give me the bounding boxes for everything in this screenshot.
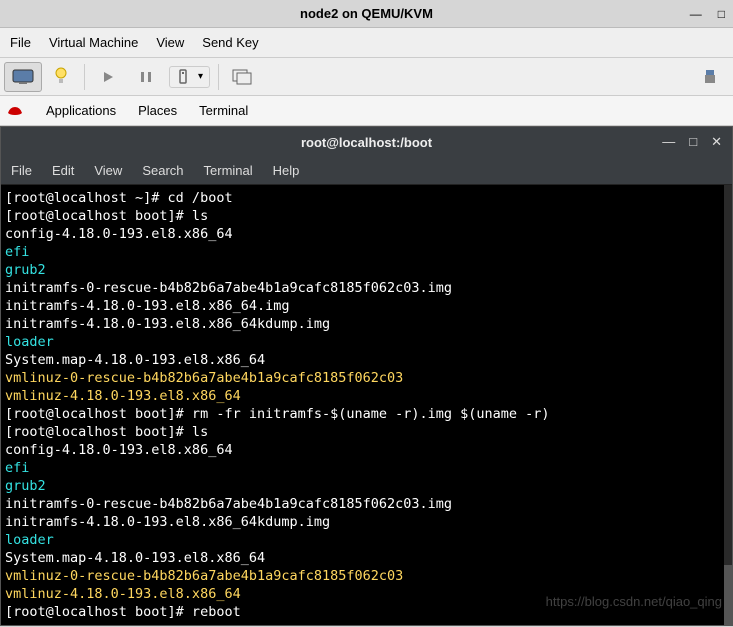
hostbar-places[interactable]: Places — [138, 103, 177, 118]
terminal-line: [root@localhost boot]# ls — [5, 207, 728, 225]
hostbar-terminal[interactable]: Terminal — [199, 103, 248, 118]
terminal-menu-bar: File Edit View Search Terminal Help — [1, 157, 732, 185]
power-dropdown[interactable]: ▾ — [169, 66, 210, 88]
redhat-icon[interactable] — [6, 103, 24, 119]
terminal-line: System.map-4.18.0-193.el8.x86_64 — [5, 351, 728, 369]
scrollbar-thumb[interactable] — [724, 565, 732, 625]
maximize-icon[interactable]: □ — [689, 134, 697, 150]
pause-icon[interactable] — [127, 62, 165, 92]
scrollbar[interactable] — [724, 185, 732, 625]
terminal-line: efi — [5, 459, 728, 477]
host-taskbar: Applications Places Terminal — [0, 96, 733, 126]
terminal-line: config-4.18.0-193.el8.x86_64 — [5, 225, 728, 243]
menu-send-key[interactable]: Send Key — [202, 35, 258, 50]
terminal-line: grub2 — [5, 261, 728, 279]
terminal-line: vmlinuz-0-rescue-b4b82b6a7abe4b1a9cafc81… — [5, 369, 728, 387]
vm-menu-bar: File Virtual Machine View Send Key — [0, 28, 733, 58]
vm-titlebar: node2 on QEMU/KVM — □ — [0, 0, 733, 28]
terminal-titlebar: root@localhost:/boot — □ ✕ — [1, 127, 732, 157]
terminal-line: config-4.18.0-193.el8.x86_64 — [5, 441, 728, 459]
minimize-icon[interactable]: — — [690, 7, 702, 21]
vm-window-title: node2 on QEMU/KVM — [300, 6, 433, 21]
terminal-line: [root@localhost boot]# rm -fr initramfs-… — [5, 405, 728, 423]
terminal-line: initramfs-4.18.0-193.el8.x86_64.img — [5, 297, 728, 315]
terminal-line: loader — [5, 333, 728, 351]
close-icon[interactable]: ✕ — [711, 134, 722, 150]
term-menu-search[interactable]: Search — [142, 163, 183, 178]
terminal-title: root@localhost:/boot — [301, 135, 432, 150]
play-icon[interactable] — [89, 62, 127, 92]
terminal-window: root@localhost:/boot — □ ✕ File Edit Vie… — [0, 126, 733, 626]
vm-toolbar: ▾ — [0, 58, 733, 96]
terminal-line: efi — [5, 243, 728, 261]
terminal-line: grub2 — [5, 477, 728, 495]
hostbar-applications[interactable]: Applications — [46, 103, 116, 118]
fullscreen-icon[interactable] — [223, 62, 261, 92]
term-menu-help[interactable]: Help — [273, 163, 300, 178]
terminal-line: initramfs-0-rescue-b4b82b6a7abe4b1a9cafc… — [5, 495, 728, 513]
terminal-line: vmlinuz-4.18.0-193.el8.x86_64 — [5, 387, 728, 405]
console-icon[interactable] — [4, 62, 42, 92]
menu-view[interactable]: View — [156, 35, 184, 50]
term-menu-view[interactable]: View — [94, 163, 122, 178]
terminal-line: [root@localhost ~]# cd /boot — [5, 189, 728, 207]
watermark: https://blog.csdn.net/qiao_qing — [546, 593, 722, 611]
terminal-line: initramfs-0-rescue-b4b82b6a7abe4b1a9cafc… — [5, 279, 728, 297]
terminal-line: loader — [5, 531, 728, 549]
menu-file[interactable]: File — [10, 35, 31, 50]
terminal-body[interactable]: [root@localhost ~]# cd /boot[root@localh… — [1, 185, 732, 625]
chevron-down-icon: ▾ — [198, 71, 203, 82]
terminal-line: [root@localhost boot]# ls — [5, 423, 728, 441]
info-icon[interactable] — [42, 62, 80, 92]
term-menu-edit[interactable]: Edit — [52, 163, 74, 178]
usb-icon[interactable] — [691, 62, 729, 92]
minimize-icon[interactable]: — — [662, 134, 675, 150]
maximize-icon[interactable]: □ — [718, 7, 725, 21]
terminal-line: vmlinuz-0-rescue-b4b82b6a7abe4b1a9cafc81… — [5, 567, 728, 585]
menu-virtual-machine[interactable]: Virtual Machine — [49, 35, 138, 50]
term-menu-file[interactable]: File — [11, 163, 32, 178]
terminal-line: System.map-4.18.0-193.el8.x86_64 — [5, 549, 728, 567]
terminal-line: initramfs-4.18.0-193.el8.x86_64kdump.img — [5, 513, 728, 531]
term-menu-terminal[interactable]: Terminal — [204, 163, 253, 178]
terminal-line: initramfs-4.18.0-193.el8.x86_64kdump.img — [5, 315, 728, 333]
